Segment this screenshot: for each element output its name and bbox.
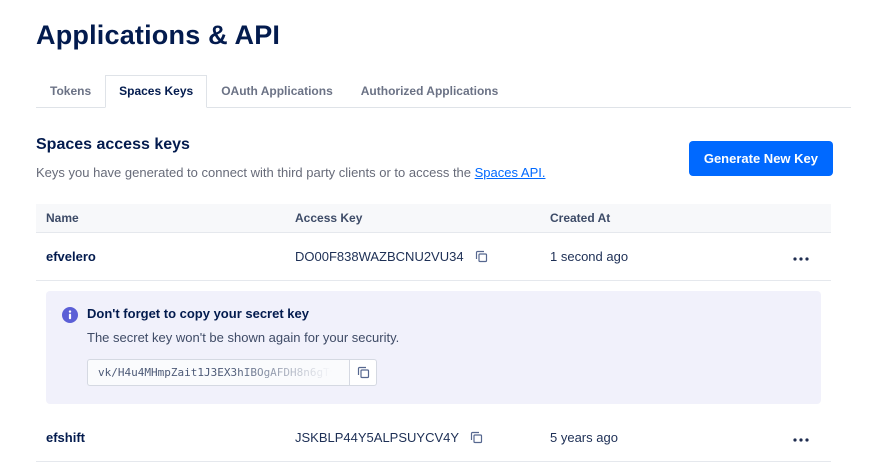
- column-header-created-at: Created At: [550, 211, 780, 225]
- secret-panel-body: Don't forget to copy your secret key The…: [87, 306, 399, 386]
- actions-cell: [780, 426, 821, 449]
- page-container: Applications & API Tokens Spaces Keys OA…: [0, 0, 889, 462]
- section-heading: Spaces access keys: [36, 136, 545, 154]
- tab-spaces-keys[interactable]: Spaces Keys: [105, 75, 207, 108]
- section-text: Spaces access keys Keys you have generat…: [36, 136, 545, 180]
- generate-new-key-button[interactable]: Generate New Key: [689, 141, 833, 176]
- secret-panel-subtitle: The secret key won't be shown again for …: [87, 330, 399, 345]
- secret-key-value: vk/H4u4MHmpZait1J3EX3hIBOgAFDH8n6gTv3H: [98, 366, 339, 379]
- tab-authorized-applications[interactable]: Authorized Applications: [347, 75, 513, 108]
- actions-cell: [780, 245, 821, 268]
- copy-icon: [470, 431, 483, 444]
- secret-key-field: vk/H4u4MHmpZait1J3EX3hIBOgAFDH8n6gTv3H: [87, 359, 349, 386]
- secret-key-row: vk/H4u4MHmpZait1J3EX3hIBOgAFDH8n6gTv3H: [87, 359, 399, 386]
- section-header: Spaces access keys Keys you have generat…: [36, 136, 833, 180]
- ellipsis-icon: [793, 438, 809, 442]
- copy-icon: [475, 250, 488, 263]
- row-more-menu-button[interactable]: [785, 426, 817, 449]
- copy-access-key-button[interactable]: [473, 248, 490, 265]
- key-name: efshift: [46, 430, 295, 445]
- table-row: efshift JSKBLP44Y5ALPSUYCV4Y 5 years ago: [36, 414, 831, 461]
- tab-oauth-applications[interactable]: OAuth Applications: [207, 75, 347, 108]
- access-key-value: DO00F838WAZBCNU2VU34: [295, 249, 464, 264]
- copy-secret-key-button[interactable]: [349, 359, 377, 386]
- info-icon: [62, 307, 78, 386]
- row-more-menu-button[interactable]: [785, 245, 817, 268]
- ellipsis-icon: [793, 257, 809, 261]
- page-title: Applications & API: [36, 20, 853, 51]
- access-key-value: JSKBLP44Y5ALPSUYCV4Y: [295, 430, 459, 445]
- created-at-value: 5 years ago: [550, 430, 780, 445]
- access-key-cell: JSKBLP44Y5ALPSUYCV4Y: [295, 429, 550, 446]
- key-name: efvelero: [46, 249, 295, 264]
- description-text: Keys you have generated to connect with …: [36, 165, 475, 180]
- column-header-access-key: Access Key: [295, 211, 550, 225]
- secret-key-panel: Don't forget to copy your secret key The…: [46, 291, 821, 404]
- tab-bar: Tokens Spaces Keys OAuth Applications Au…: [36, 75, 851, 108]
- section-description: Keys you have generated to connect with …: [36, 165, 545, 180]
- copy-access-key-button[interactable]: [468, 429, 485, 446]
- copy-icon: [357, 366, 370, 379]
- spaces-keys-table: Name Access Key Created At efvelero DO00…: [36, 204, 831, 462]
- spaces-api-link[interactable]: Spaces API.: [475, 165, 546, 180]
- table-header-row: Name Access Key Created At: [36, 204, 831, 233]
- access-key-cell: DO00F838WAZBCNU2VU34: [295, 248, 550, 265]
- secret-panel-title: Don't forget to copy your secret key: [87, 306, 399, 321]
- column-header-name: Name: [46, 211, 295, 225]
- tab-tokens[interactable]: Tokens: [36, 75, 105, 108]
- created-at-value: 1 second ago: [550, 249, 780, 264]
- table-row: efvelero DO00F838WAZBCNU2VU34 1 second a…: [36, 233, 831, 281]
